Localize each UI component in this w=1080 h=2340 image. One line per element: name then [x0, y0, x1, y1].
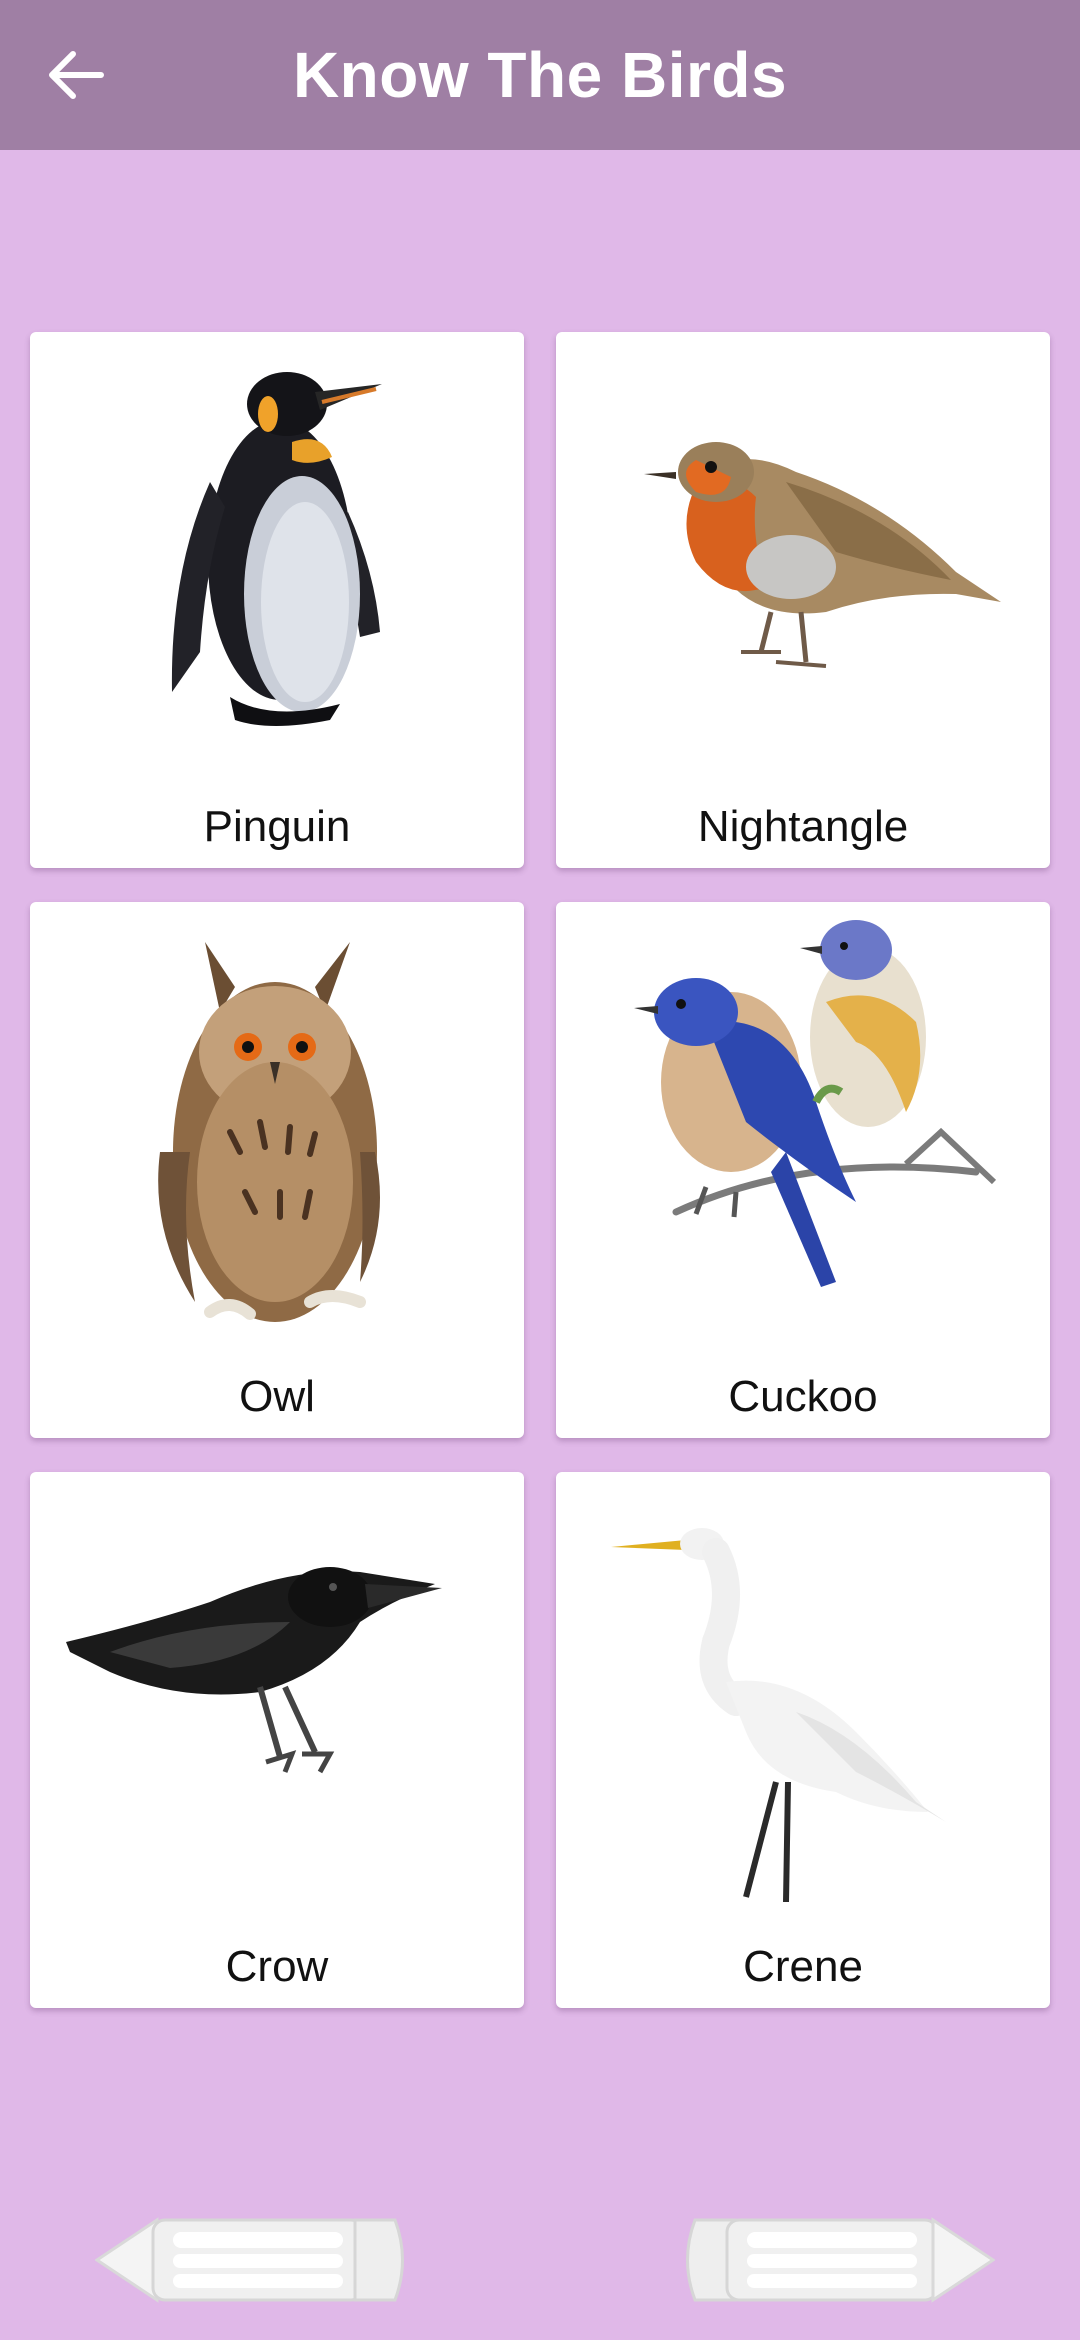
- bird-label: Nightangle: [697, 802, 909, 851]
- bird-label: Crene: [743, 1942, 863, 1991]
- owl-image: [158, 942, 380, 1322]
- pencil-arrow-left-icon: [94, 2217, 404, 2303]
- penguin-image: [171, 372, 382, 726]
- bird-label: Cuckoo: [728, 1372, 878, 1421]
- robin-image: [644, 442, 1001, 668]
- page-title: Know The Birds: [292, 39, 788, 111]
- bird-label: Crow: [225, 1942, 329, 1991]
- crow-image: [66, 1567, 442, 1774]
- bird-card-crene[interactable]: Crene: [556, 1472, 1050, 2008]
- pencil-arrow-right-icon: [686, 2217, 996, 2303]
- bird-label: Pinguin: [203, 802, 351, 851]
- app-bar: Know The Birds: [0, 0, 1080, 150]
- bird-card-nightangle[interactable]: Nightangle: [556, 332, 1050, 868]
- bird-card-crow[interactable]: Crow: [30, 1472, 524, 2008]
- bird-label: Owl: [239, 1372, 315, 1421]
- bird-card-owl[interactable]: Owl: [30, 902, 524, 1438]
- next-button[interactable]: [665, 2210, 996, 2310]
- egret-image: [611, 1528, 946, 1903]
- previous-button[interactable]: [94, 2210, 425, 2310]
- bird-card-cuckoo[interactable]: Cuckoo: [556, 902, 1050, 1438]
- bluebird-image: [634, 920, 997, 1287]
- bird-card-pinguin[interactable]: Pinguin: [30, 332, 524, 868]
